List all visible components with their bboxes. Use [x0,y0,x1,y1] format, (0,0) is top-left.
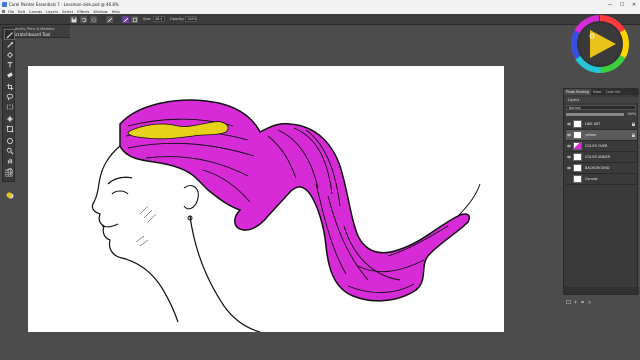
layer-name: COLOR UNDER [585,155,611,159]
menu-help[interactable]: Help [112,10,120,14]
lock-icon[interactable] [632,133,635,137]
color-swatch[interactable] [6,184,14,199]
layer-group-icon[interactable] [580,289,585,303]
layer-options-icon[interactable] [566,289,571,304]
app-menu-icon[interactable] [2,10,5,13]
layer-name: LINE ART [585,122,601,126]
layer-name: yellow [585,133,596,137]
opacity-value: 100% [627,112,637,116]
layer-opacity[interactable]: 100% [566,112,636,117]
tab-photo-painting[interactable]: Photo Painting [564,89,591,95]
tab-mixer[interactable]: Mixer [591,89,604,95]
delete-layer-icon[interactable] [587,289,592,304]
crop-icon[interactable] [5,82,14,91]
cheek-hatching [135,205,157,247]
menu-file[interactable]: File [8,10,14,14]
menu-select[interactable]: Select [62,10,73,14]
app-window: Corel Painter Essentials 7 - Lessman-sid… [0,0,640,360]
toolbox [2,27,15,199]
layer-name: COLOR OVER [585,144,608,148]
layers-footer [564,287,639,304]
menu-edit[interactable]: Edit [18,10,25,14]
hair-wisp [457,183,481,217]
hand-icon[interactable] [5,156,14,165]
layer-canvas[interactable]: Canvas [566,174,637,185]
layers-title: Layers [566,97,638,103]
tab-color-set[interactable]: Color Set [604,89,623,95]
minimize-button[interactable]: — [604,0,616,9]
visibility-eye-icon[interactable] [567,144,571,148]
layer-thumbnail [573,131,582,139]
layer-list: LINE ART yellow COLOR OVER COLOR UNDER B… [566,119,637,185]
magnifier-icon[interactable] [5,146,14,155]
brush-variant-icon[interactable] [122,16,129,23]
eyebrow [107,176,133,185]
menu-layers[interactable]: Layers [46,10,58,14]
property-bar: Size: 46.4 Opacity: 100% [0,14,640,25]
layers-panel: Photo Painting Mixer Color Set Layers No… [563,88,639,304]
layer-thumbnail [573,153,582,161]
neck-line [189,215,261,332]
layer-thumbnail [573,142,582,150]
eye [111,190,129,195]
maximize-button[interactable]: ☐ [616,0,628,9]
undo-icon[interactable] [80,16,87,23]
brush-variant: Scratchboard Tool [13,31,51,37]
dropper-icon[interactable] [5,40,14,49]
layer-name: BACKGROUND [585,166,610,170]
artwork [91,99,481,332]
layer-color-over[interactable]: COLOR OVER [566,141,637,152]
layer-thumbnail [573,175,582,183]
lock-icon[interactable] [632,122,635,126]
face-profile [91,145,179,323]
paint-bucket-icon[interactable] [5,50,14,59]
panel-tabs: Photo Painting Mixer Color Set [564,89,639,95]
eraser-icon[interactable] [5,70,14,79]
size-label: Size: [143,17,152,21]
layer-color-under[interactable]: COLOR UNDER [566,152,637,163]
visibility-eye-icon[interactable] [567,166,571,170]
transform-icon[interactable] [5,124,14,133]
new-layer-icon[interactable] [573,289,578,303]
save-icon[interactable] [70,16,77,23]
layer-name: Canvas [585,177,598,181]
text-icon[interactable] [5,60,14,69]
opacity-label: Opacity: [170,17,185,21]
menu-effects[interactable]: Effects [77,10,89,14]
title-bar: Corel Painter Essentials 7 - Lessman-sid… [0,0,640,9]
menu-canvas[interactable]: Canvas [29,10,42,14]
brush-tool-icon[interactable] [106,16,113,23]
opacity-field[interactable]: 100% [185,16,197,22]
layer-thumbnail [573,164,582,172]
document-canvas[interactable] [28,66,504,332]
grid-icon[interactable] [4,168,13,177]
size-field[interactable]: 46.4 [153,16,165,22]
layer-background[interactable]: BACKGROUND [566,163,637,174]
visibility-eye-icon[interactable] [567,155,571,159]
lasso-icon[interactable] [5,92,14,101]
visibility-eye-icon[interactable] [567,122,571,126]
opacity-slider-fill [566,113,624,116]
blend-mode-select[interactable]: Normal [566,105,636,110]
layer-line-art[interactable]: LINE ART [566,119,637,130]
brush-category: Pencils, Pens & Markers [13,26,55,31]
close-button[interactable]: ✕ [628,0,640,9]
visibility-eye-icon[interactable] [567,133,571,137]
ear [183,185,199,210]
rect-select-icon[interactable] [5,102,14,111]
opacity-slider[interactable] [566,113,624,116]
window-title: Corel Painter Essentials 7 - Lessman-sid… [9,2,119,7]
menu-window[interactable]: Window [93,10,107,14]
layer-yellow[interactable]: yellow [566,130,637,141]
move-icon[interactable] [5,114,14,123]
redo-icon[interactable] [90,16,97,23]
color-wheel[interactable] [570,14,630,74]
brush-options-icon[interactable] [131,16,138,23]
brush-icon[interactable] [4,29,15,40]
layer-thumbnail [573,120,582,128]
shape-icon[interactable] [5,136,14,145]
app-logo-icon [2,2,7,7]
mouth [101,223,119,228]
